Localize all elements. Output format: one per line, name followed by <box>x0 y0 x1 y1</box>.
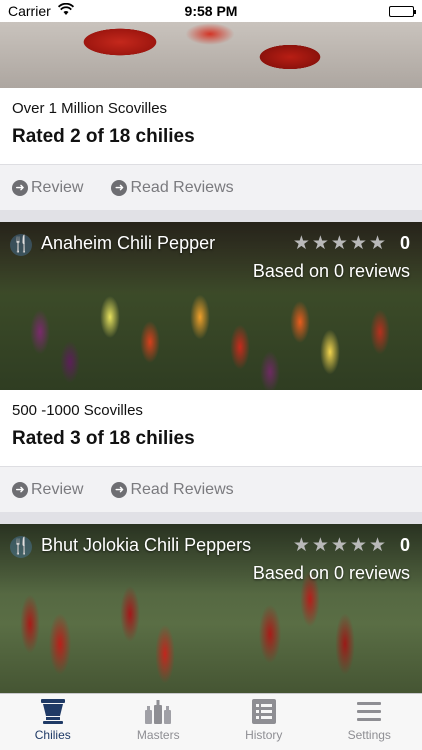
rank-text: Rated 3 of 18 chilies <box>12 428 195 449</box>
scoville-text: Over 1 Million Scovilles <box>12 100 168 117</box>
chili-name[interactable]: Bhut Jolokia Chili Peppers <box>41 535 251 556</box>
tab-label: Settings <box>347 728 391 742</box>
tab-chilies[interactable]: Chilies <box>0 694 106 750</box>
chili-card: Over 1 Million Scovilles Rated 2 of 18 c… <box>0 22 422 210</box>
rating-value: 0 <box>399 233 410 253</box>
battery-icon <box>389 6 416 17</box>
app-screen: Carrier 9:58 PM Over 1 Million Scovilles… <box>0 0 422 750</box>
review-label: Review <box>31 480 84 498</box>
tab-history[interactable]: History <box>211 694 317 750</box>
read-reviews-button[interactable]: ➜ Read Reviews <box>111 480 234 499</box>
tab-label: Masters <box>136 728 180 742</box>
scoville-text: 500 -1000 Scovilles <box>12 402 143 419</box>
read-reviews-button[interactable]: ➜ Read Reviews <box>111 178 234 197</box>
arrow-right-circle-icon: ➜ <box>111 481 128 498</box>
chili-feed[interactable]: Over 1 Million Scovilles Rated 2 of 18 c… <box>0 22 422 724</box>
card-info: Over 1 Million Scovilles Rated 2 of 18 c… <box>0 88 422 164</box>
arrow-right-circle-icon: ➜ <box>12 179 28 196</box>
bottles-icon <box>106 694 212 728</box>
list-icon <box>211 694 317 728</box>
star-rating[interactable]: ★★★★★ <box>293 534 388 557</box>
chili-name[interactable]: Anaheim Chili Pepper <box>41 233 215 254</box>
tab-bar: Chilies Masters History Settings <box>0 693 422 750</box>
fork-knife-icon[interactable]: 🍴 <box>10 536 32 558</box>
rank-text: Rated 2 of 18 chilies <box>12 126 195 147</box>
review-label: Review <box>31 178 84 196</box>
chili-photo[interactable]: 🍴 Anaheim Chili Pepper ★★★★★ 0 Based on … <box>0 222 422 390</box>
mortar-icon <box>0 694 106 728</box>
review-button[interactable]: ➜ Review <box>12 481 83 499</box>
chili-photo[interactable] <box>0 22 422 88</box>
clock: 9:58 PM <box>184 3 238 19</box>
review-button[interactable]: ➜ Review <box>12 179 83 197</box>
card-separator <box>0 210 422 222</box>
reviews-count-text: Based on 0 reviews <box>252 261 410 281</box>
tab-settings[interactable]: Settings <box>317 694 422 750</box>
star-rating[interactable]: ★★★★★ <box>293 232 388 255</box>
reviews-count-text: Based on 0 reviews <box>252 563 410 583</box>
chili-card: 🍴 Anaheim Chili Pepper ★★★★★ 0 Based on … <box>0 222 422 512</box>
arrow-right-circle-icon: ➜ <box>111 179 128 196</box>
read-reviews-label: Read Reviews <box>130 480 234 498</box>
tab-masters[interactable]: Masters <box>106 694 212 750</box>
read-reviews-label: Read Reviews <box>130 178 234 196</box>
card-actions: ➜ Review ➜ Read Reviews <box>0 164 422 210</box>
card-separator <box>0 512 422 524</box>
tab-label: History <box>245 728 283 742</box>
status-bar: Carrier 9:58 PM <box>0 0 422 22</box>
fork-knife-icon[interactable]: 🍴 <box>10 234 32 256</box>
tab-label: Chilies <box>34 728 71 742</box>
card-actions: ➜ Review ➜ Read Reviews <box>0 466 422 512</box>
arrow-right-circle-icon: ➜ <box>12 481 28 498</box>
menu-icon <box>317 694 422 728</box>
card-info: 500 -1000 Scovilles Rated 3 of 18 chilie… <box>0 390 422 466</box>
rating-value: 0 <box>399 535 410 555</box>
